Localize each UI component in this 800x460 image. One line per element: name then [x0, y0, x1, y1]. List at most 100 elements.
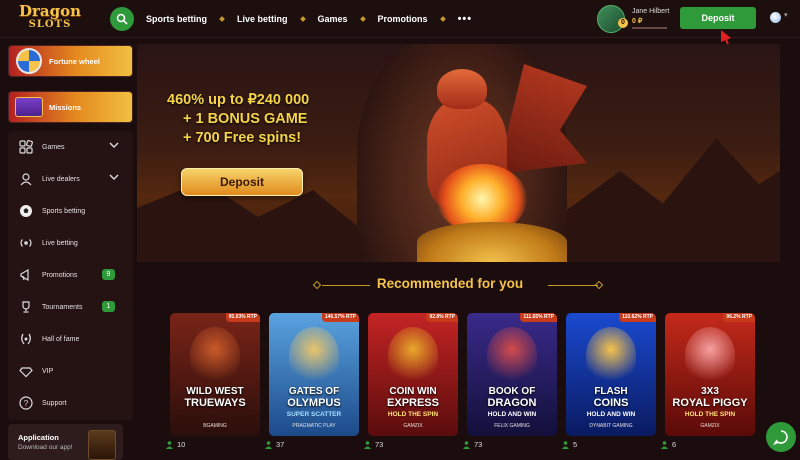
rtp-badge: 92.8% RTP — [426, 313, 458, 322]
game-card[interactable]: 96.2% RTP 3X3 ROYAL PIGGY HOLD THE SPIN GAMZ… — [665, 313, 755, 436]
player-count-value: 37 — [276, 440, 285, 449]
rtp-badge: 111.65% RTP — [520, 313, 557, 322]
player-count-value: 5 — [573, 440, 578, 449]
nav-more-button[interactable]: ••• — [458, 13, 473, 25]
sidebar-item-label: Hall of fame — [42, 335, 80, 343]
user-name[interactable]: Jane Hilbert — [632, 8, 669, 15]
game-artwork — [289, 327, 339, 383]
hero-offer-line3: + 700 Free spins! — [183, 130, 302, 146]
players-icon — [364, 440, 371, 449]
rtp-badge: 95.03% RTP — [225, 313, 260, 322]
game-card[interactable]: 95.03% RTP WILD WEST TRUEWAYS BGAMING — [170, 313, 260, 436]
hero-deposit-button[interactable]: Deposit — [181, 168, 303, 196]
sidebar-menu: Games Live dealers Sports betting Live b… — [8, 131, 133, 420]
chat-button[interactable] — [766, 422, 796, 452]
players-icon — [265, 440, 272, 449]
player-count: 73 — [463, 440, 482, 449]
search-icon — [116, 13, 128, 25]
game-title-line1: BOOK OF — [488, 386, 536, 397]
game-artwork — [487, 327, 537, 383]
dragon-head-image — [437, 69, 487, 109]
game-title-line2: DRAGON — [487, 397, 537, 409]
game-provider: GAMZIX — [700, 423, 720, 429]
trophy-icon — [18, 299, 34, 315]
deposit-button[interactable]: Deposit — [680, 7, 756, 29]
player-count-value: 73 — [375, 440, 384, 449]
nav-sports-betting[interactable]: Sports betting — [146, 14, 207, 24]
sidebar-item-label: Games — [42, 143, 65, 151]
player-count-value: 73 — [474, 440, 483, 449]
sidebar-item-hall-of-fame[interactable]: Hall of fame — [8, 323, 133, 355]
user-balance: 0 ₽ — [632, 18, 643, 25]
chat-icon — [773, 430, 788, 445]
app-download-card[interactable]: Application Download our app! — [8, 424, 123, 460]
logo[interactable]: Dragon SLOTS — [10, 3, 90, 35]
nav-games[interactable]: Games — [318, 14, 348, 24]
sidebar: Fortune wheel Missions Games Live dealer… — [0, 38, 137, 460]
sidebar-item-live-betting[interactable]: Live betting — [8, 227, 133, 259]
svg-text:?: ? — [24, 399, 29, 408]
promotions-count-badge: 9 — [102, 269, 115, 280]
sidebar-item-promotions[interactable]: Promotions 9 — [8, 259, 133, 291]
nav-separator — [439, 16, 446, 22]
sidebar-item-live-dealers[interactable]: Live dealers — [8, 163, 133, 195]
sidebar-item-vip[interactable]: VIP — [8, 355, 133, 387]
sidebar-item-label: Tournaments — [42, 303, 83, 311]
chevron-down-icon[interactable]: ▾ — [784, 11, 788, 19]
title-ornament — [594, 280, 604, 290]
globe-icon[interactable] — [770, 12, 781, 23]
nav-separator — [359, 16, 366, 22]
player-count-value: 6 — [672, 440, 677, 449]
game-subtitle: SUPER SCATTER — [286, 411, 342, 418]
sidebar-item-label: Sports betting — [42, 207, 86, 215]
search-button[interactable] — [110, 7, 134, 31]
chevron-down-icon — [109, 174, 119, 180]
title-divider — [548, 285, 598, 286]
hero-banner[interactable]: 460% up to ₽240 000 + 1 BONUS GAME + 700… — [137, 44, 780, 262]
logo-line2: SLOTS — [28, 19, 72, 30]
nav-live-betting[interactable]: Live betting — [237, 14, 288, 24]
balance-progress-bar — [632, 27, 667, 29]
mountain-right — [567, 138, 780, 262]
sidebar-item-support[interactable]: ? Support — [8, 387, 133, 419]
games-icon — [18, 139, 34, 155]
game-title-line1: 3X3 — [701, 386, 719, 397]
megaphone-icon — [18, 267, 34, 283]
game-provider: DYNABIT GAMING — [589, 423, 633, 429]
game-artwork — [586, 327, 636, 383]
gold-pile-image — [417, 222, 567, 262]
game-title-line1: COIN WIN — [389, 386, 437, 397]
rtp-badge: 110.62% RTP — [619, 313, 656, 322]
game-card[interactable]: 110.62% RTP FLASH COINS HOLD AND WIN DYNABIT… — [566, 313, 656, 436]
sidebar-item-tournaments[interactable]: Tournaments 1 — [8, 291, 133, 323]
game-title-line1: FLASH — [594, 386, 628, 397]
game-title-line2: COINS — [593, 397, 629, 409]
tournaments-count-badge: 1 — [102, 301, 115, 312]
players-icon — [661, 440, 668, 449]
game-card[interactable]: 92.8% RTP COIN WIN EXPRESS HOLD THE SPIN GAM… — [368, 313, 458, 436]
game-title-line2: ROYAL PIGGY — [672, 397, 748, 409]
game-title-line1: GATES OF — [288, 386, 340, 397]
game-title-line2: EXPRESS — [387, 397, 439, 409]
game-card[interactable]: 146.57% RTP GATES OF OLYMPUS SUPER SCATTER P… — [269, 313, 359, 436]
player-count: 6 — [661, 440, 676, 449]
avatar-level-badge: 0 — [618, 18, 628, 28]
rtp-badge: 96.2% RTP — [723, 313, 755, 322]
hero-offer-line1: 460% up to ₽240 000 — [167, 92, 310, 108]
sidebar-item-sports-betting[interactable]: Sports betting — [8, 195, 133, 227]
app-subtitle: Download our app! — [18, 444, 73, 451]
sidebar-item-games[interactable]: Games — [8, 131, 133, 163]
fortune-wheel-card[interactable]: Fortune wheel — [8, 45, 133, 77]
main-nav: Sports betting Live betting Games Promot… — [146, 0, 472, 38]
game-artwork — [190, 327, 240, 383]
app-title: Application — [18, 433, 59, 442]
top-bar: Dragon SLOTS Sports betting Live betting… — [0, 0, 800, 38]
nav-promotions[interactable]: Promotions — [378, 14, 428, 24]
laurel-icon — [18, 331, 34, 347]
hero-offer-line2: + 1 BONUS GAME — [183, 111, 308, 127]
game-card[interactable]: 111.65% RTP BOOK OF DRAGON HOLD AND WIN FELI… — [467, 313, 557, 436]
player-count: 37 — [265, 440, 284, 449]
missions-card[interactable]: Missions — [8, 91, 133, 123]
diamond-icon — [18, 363, 34, 379]
treasure-chest-icon — [15, 97, 43, 117]
